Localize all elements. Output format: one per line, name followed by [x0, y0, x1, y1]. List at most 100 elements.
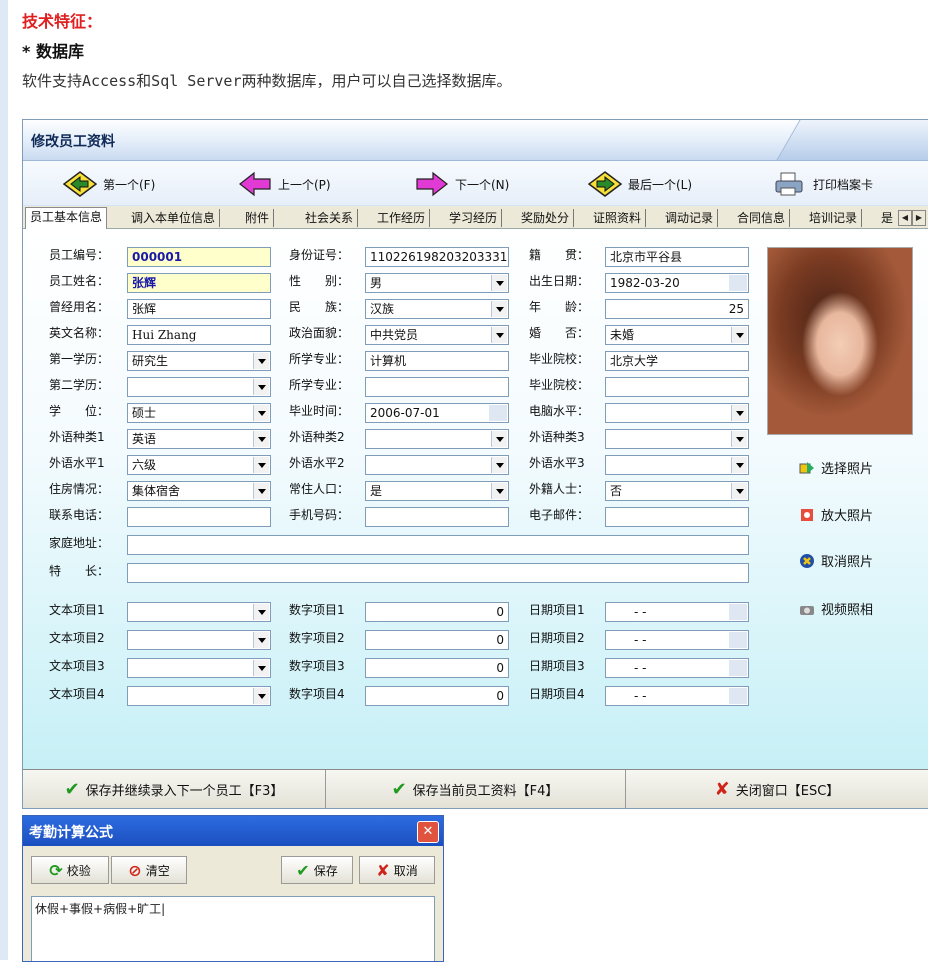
tab-contracts[interactable]: 合同信息 — [733, 209, 791, 227]
formula-textarea[interactable]: 休假+事假+病假+旷工| — [31, 896, 435, 961]
chevron-down-icon[interactable] — [491, 275, 507, 291]
emp-no-field[interactable]: 000001 — [127, 247, 271, 267]
grad-date-field[interactable]: 2006-07-01 — [365, 403, 509, 423]
chevron-down-icon[interactable] — [253, 483, 269, 499]
num-item2-field[interactable]: 0 — [365, 630, 509, 650]
dialog-cancel-button[interactable]: ✘ 取消 — [359, 856, 435, 884]
chevron-down-icon[interactable] — [253, 405, 269, 421]
text-item4-select[interactable] — [127, 686, 271, 706]
dialog-close-icon[interactable]: ✕ — [417, 821, 439, 843]
specialty-field[interactable] — [127, 563, 749, 583]
chevron-down-icon[interactable] — [253, 688, 269, 704]
politics-select[interactable]: 中共党员 — [365, 325, 509, 345]
tab-scroll-left-icon[interactable]: ◀ — [898, 210, 912, 226]
calendar-icon[interactable] — [729, 632, 747, 648]
print-card-button[interactable]: 打印档案卡 — [773, 171, 873, 197]
chevron-down-icon[interactable] — [253, 604, 269, 620]
cancel-photo-button[interactable]: 取消照片 — [799, 551, 873, 570]
id-no-field[interactable]: 110226198203203331 — [365, 247, 509, 267]
email-field[interactable] — [605, 507, 749, 527]
lang-level2-select[interactable] — [365, 455, 509, 475]
last-record-button[interactable]: 最后一个(L) — [588, 171, 692, 197]
num-item3-field[interactable]: 0 — [365, 658, 509, 678]
native-field[interactable]: 北京市平谷县 — [605, 247, 749, 267]
calendar-icon[interactable] — [729, 660, 747, 676]
chevron-down-icon[interactable] — [253, 632, 269, 648]
date-item2-field[interactable]: - - — [605, 630, 749, 650]
housing-select[interactable]: 集体宿舍 — [127, 481, 271, 501]
degree-select[interactable]: 硕士 — [127, 403, 271, 423]
age-field[interactable]: 25 — [605, 299, 749, 319]
text-item1-select[interactable] — [127, 602, 271, 622]
tab-social[interactable]: 社会关系 — [301, 209, 359, 227]
chevron-down-icon[interactable] — [731, 483, 747, 499]
text-item3-select[interactable] — [127, 658, 271, 678]
save-button[interactable]: ✔ 保存当前员工资料【F4】 — [325, 770, 626, 808]
chevron-down-icon[interactable] — [491, 457, 507, 473]
next-record-button[interactable]: 下一个(N) — [415, 171, 509, 197]
mobile-field[interactable] — [365, 507, 509, 527]
tab-basic-info[interactable]: 员工基本信息 — [25, 207, 108, 229]
chevron-down-icon[interactable] — [491, 431, 507, 447]
lang-type3-select[interactable] — [605, 429, 749, 449]
video-photo-button[interactable]: 视频照相 — [799, 599, 873, 618]
chevron-down-icon[interactable] — [491, 483, 507, 499]
tab-transfer-records[interactable]: 调动记录 — [661, 209, 719, 227]
major2-field[interactable] — [365, 377, 509, 397]
calendar-icon[interactable] — [729, 604, 747, 620]
ethnicity-select[interactable]: 汉族 — [365, 299, 509, 319]
chevron-down-icon[interactable] — [253, 431, 269, 447]
text-item2-select[interactable] — [127, 630, 271, 650]
birth-field[interactable]: 1982-03-20 — [605, 273, 749, 293]
verify-button[interactable]: ⟳ 校验 — [31, 856, 109, 884]
emp-name-field[interactable]: 张辉 — [127, 273, 271, 293]
chevron-down-icon[interactable] — [253, 353, 269, 369]
chevron-down-icon[interactable] — [253, 379, 269, 395]
chevron-down-icon[interactable] — [731, 431, 747, 447]
tab-work-history[interactable]: 工作经历 — [373, 209, 431, 227]
tab-more[interactable]: 是 — [877, 209, 897, 227]
school2-field[interactable] — [605, 377, 749, 397]
gender-select[interactable]: 男 — [365, 273, 509, 293]
lang-type1-select[interactable]: 英语 — [127, 429, 271, 449]
tab-scroll-right-icon[interactable]: ▶ — [912, 210, 926, 226]
tab-transfer-in[interactable]: 调入本单位信息 — [127, 209, 221, 227]
chevron-down-icon[interactable] — [253, 660, 269, 676]
former-name-field[interactable]: 张辉 — [127, 299, 271, 319]
edu2-select[interactable] — [127, 377, 271, 397]
chevron-down-icon[interactable] — [253, 457, 269, 473]
chevron-down-icon[interactable] — [491, 301, 507, 317]
chevron-down-icon[interactable] — [731, 405, 747, 421]
tab-study-history[interactable]: 学习经历 — [445, 209, 503, 227]
major1-field[interactable]: 计算机 — [365, 351, 509, 371]
date-item4-field[interactable]: - - — [605, 686, 749, 706]
foreign-select[interactable]: 否 — [605, 481, 749, 501]
tab-certificates[interactable]: 证照资料 — [589, 209, 647, 227]
num-item4-field[interactable]: 0 — [365, 686, 509, 706]
num-item1-field[interactable]: 0 — [365, 602, 509, 622]
save-continue-button[interactable]: ✔ 保存并继续录入下一个员工【F3】 — [23, 770, 326, 808]
lang-level1-select[interactable]: 六级 — [127, 455, 271, 475]
chevron-down-icon[interactable] — [731, 457, 747, 473]
calendar-icon[interactable] — [729, 688, 747, 704]
lang-type2-select[interactable] — [365, 429, 509, 449]
tab-rewards[interactable]: 奖励处分 — [517, 209, 575, 227]
english-name-field[interactable]: Hui Zhang — [127, 325, 271, 345]
calendar-icon[interactable] — [729, 275, 747, 291]
school1-field[interactable]: 北京大学 — [605, 351, 749, 371]
tab-attachments[interactable]: 附件 — [241, 209, 275, 227]
date-item3-field[interactable]: - - — [605, 658, 749, 678]
marital-select[interactable]: 未婚 — [605, 325, 749, 345]
select-photo-button[interactable]: 选择照片 — [799, 458, 873, 477]
dialog-save-button[interactable]: ✔ 保存 — [281, 856, 353, 884]
enlarge-photo-button[interactable]: 放大照片 — [799, 505, 873, 524]
phone-field[interactable] — [127, 507, 271, 527]
first-record-button[interactable]: 第一个(F) — [63, 171, 155, 197]
calendar-icon[interactable] — [489, 405, 507, 421]
resident-select[interactable]: 是 — [365, 481, 509, 501]
chevron-down-icon[interactable] — [731, 327, 747, 343]
computer-select[interactable] — [605, 403, 749, 423]
address-field[interactable] — [127, 535, 749, 555]
clear-button[interactable]: ⊘ 清空 — [111, 856, 187, 884]
prev-record-button[interactable]: 上一个(P) — [238, 171, 331, 197]
